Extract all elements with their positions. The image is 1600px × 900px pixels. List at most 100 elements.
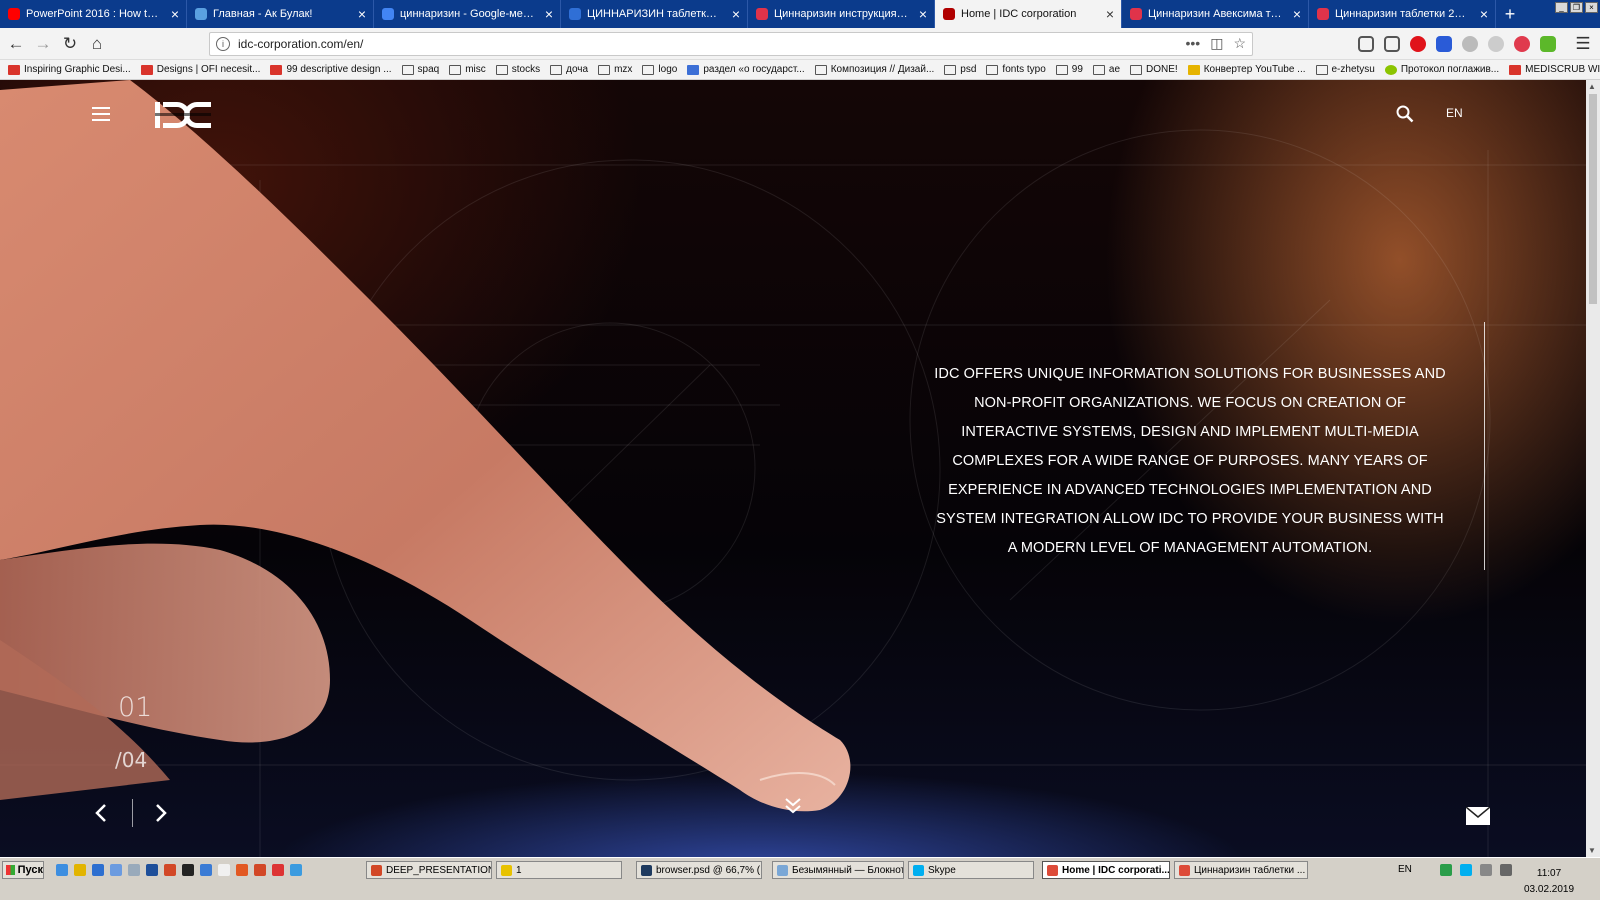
bookmark-item[interactable]: spaq	[401, 64, 439, 75]
taskbar-window-button[interactable]: Skype	[908, 861, 1034, 879]
quick-launch-icon[interactable]	[128, 864, 140, 876]
system-clock[interactable]: 11:07 03.02.2019	[1524, 866, 1574, 898]
tab-close-icon[interactable]: ×	[919, 7, 927, 21]
bookmark-item[interactable]: Протокол поглажив...	[1384, 64, 1499, 75]
forward-icon[interactable]: →	[32, 33, 54, 55]
browser-tab[interactable]: Циннаризин таблетки 25 мг, 50 ×	[1309, 0, 1496, 28]
download-extension-icon[interactable]	[1540, 36, 1556, 52]
back-icon[interactable]: ←	[5, 33, 27, 55]
bookmark-item[interactable]: logo	[642, 64, 677, 75]
hamburger-menu-icon[interactable]	[92, 107, 110, 121]
language-selector[interactable]: EN	[1446, 106, 1463, 120]
quick-launch-icon[interactable]	[254, 864, 266, 876]
quick-launch-icon[interactable]	[182, 864, 194, 876]
system-tray-icon[interactable]	[1460, 864, 1472, 876]
keyboard-language-indicator[interactable]: EN	[1398, 864, 1412, 875]
quick-launch-icon[interactable]	[290, 864, 302, 876]
bookmark-item[interactable]: misc	[449, 64, 486, 75]
menu-icon[interactable]: ☰	[1572, 33, 1594, 55]
taskbar-window-button[interactable]: Безымянный — Блокнот	[772, 861, 904, 879]
taskbar-window-button[interactable]: browser.psd @ 66,7% (...	[636, 861, 762, 879]
scroll-down-arrow-icon[interactable]: ▼	[1588, 846, 1596, 855]
bookmark-favicon-icon	[1187, 64, 1200, 75]
system-tray-icon[interactable]	[1500, 864, 1512, 876]
taskbar-window-button[interactable]: Циннаризин таблетки ...	[1174, 861, 1308, 879]
browser-tab[interactable]: Циннаризин инструкция по приме ×	[748, 0, 935, 28]
taskbar-window-button[interactable]: DEEP_PRESENTATION_...	[366, 861, 492, 879]
quick-launch-icon[interactable]	[200, 864, 212, 876]
extension-icon[interactable]	[1436, 36, 1452, 52]
taskbar-window-button[interactable]: 1	[496, 861, 622, 879]
sidebar-icon[interactable]	[1384, 36, 1400, 52]
bookmark-item[interactable]: Конвертер YouTube ...	[1187, 64, 1306, 75]
bookmark-item[interactable]: e-zhetysu	[1315, 64, 1375, 75]
bookmark-item[interactable]: доча	[550, 64, 588, 75]
bookmark-item[interactable]: ae	[1092, 64, 1120, 75]
tab-close-icon[interactable]: ×	[732, 7, 740, 21]
tab-close-icon[interactable]: ×	[171, 7, 179, 21]
quick-launch-icon[interactable]	[272, 864, 284, 876]
quick-launch-icon[interactable]	[146, 864, 158, 876]
quick-launch-icon[interactable]	[56, 864, 68, 876]
bookmark-item[interactable]: раздел «о государст...	[687, 64, 805, 75]
browser-tab[interactable]: Циннаризин Авексима таблетки ×	[1122, 0, 1309, 28]
bookmark-item[interactable]: stocks	[495, 64, 540, 75]
system-tray-icon[interactable]	[1480, 864, 1492, 876]
reload-icon[interactable]: ↻	[59, 33, 81, 55]
bookmark-item[interactable]: mzx	[598, 64, 632, 75]
bookmark-item[interactable]: Inspiring Graphic Desi...	[8, 64, 131, 75]
pocket-extension-icon[interactable]	[1514, 36, 1530, 52]
bookmark-item[interactable]: Композиция // Дизай...	[814, 64, 934, 75]
tab-close-icon[interactable]: ×	[545, 7, 553, 21]
restore-button[interactable]: ❐	[1570, 2, 1583, 13]
address-bar[interactable]: i idc-corporation.com/en/ ••• ◫ ☆	[209, 32, 1253, 56]
bookmark-item[interactable]: 99	[1055, 64, 1083, 75]
page-scrollbar[interactable]: ▲ ▼	[1586, 80, 1600, 857]
taskbar-window-button[interactable]: Home | IDC corporati...	[1042, 861, 1170, 879]
page-actions-icon[interactable]: •••	[1185, 35, 1200, 52]
quick-launch-icon[interactable]	[110, 864, 122, 876]
browser-tab[interactable]: циннаризин - Google-мен іздеу ×	[374, 0, 561, 28]
tab-active[interactable]: Home | IDC corporation ×	[935, 0, 1122, 28]
browser-tab[interactable]: ЦИННАРИЗИН таблетки - инструк ×	[561, 0, 748, 28]
quick-launch-icon[interactable]	[74, 864, 86, 876]
opera-extension-icon[interactable]	[1410, 36, 1426, 52]
scroll-down-icon[interactable]	[783, 796, 803, 816]
quick-launch-icon[interactable]	[218, 864, 230, 876]
bookmark-item[interactable]: 99 descriptive design ...	[270, 64, 392, 75]
close-window-button[interactable]: ×	[1585, 2, 1598, 13]
extension-icon[interactable]	[1462, 36, 1478, 52]
next-slide-icon[interactable]	[154, 802, 168, 824]
previous-slide-icon[interactable]	[94, 802, 108, 824]
tab-close-icon[interactable]: ×	[1293, 7, 1301, 21]
new-tab-button[interactable]: +	[1496, 0, 1524, 28]
idc-logo[interactable]	[155, 102, 211, 128]
start-button[interactable]: Пуск	[2, 861, 44, 879]
extension-icon[interactable]	[1488, 36, 1504, 52]
scroll-up-arrow-icon[interactable]: ▲	[1588, 82, 1596, 91]
bookmark-item[interactable]: fonts typo	[986, 64, 1046, 75]
tab-close-icon[interactable]: ×	[1106, 7, 1114, 21]
scrollbar-thumb[interactable]	[1589, 94, 1597, 304]
tab-close-icon[interactable]: ×	[1480, 7, 1488, 21]
search-icon[interactable]	[1396, 105, 1414, 123]
library-icon[interactable]	[1358, 36, 1374, 52]
quick-launch-icon[interactable]	[164, 864, 176, 876]
home-icon[interactable]: ⌂	[86, 33, 108, 55]
system-tray-icon[interactable]	[1440, 864, 1452, 876]
url-text[interactable]: idc-corporation.com/en/	[238, 37, 363, 51]
browser-tab[interactable]: Главная - Ак Булак! ×	[187, 0, 374, 28]
mail-icon[interactable]	[1466, 807, 1490, 825]
bookmark-item[interactable]: Designs | OFI necesit...	[140, 64, 260, 75]
tab-close-icon[interactable]: ×	[358, 7, 366, 21]
site-info-icon[interactable]: i	[216, 37, 230, 51]
bookmark-item[interactable]: MEDISCRUB WILBAR...	[1509, 64, 1600, 75]
bookmark-item[interactable]: DONE!	[1130, 64, 1178, 75]
bookmark-item[interactable]: psd	[944, 64, 976, 75]
bookmark-star-icon[interactable]: ☆	[1233, 35, 1246, 52]
quick-launch-icon[interactable]	[236, 864, 248, 876]
pocket-icon[interactable]: ◫	[1210, 35, 1223, 52]
quick-launch-icon[interactable]	[92, 864, 104, 876]
browser-tab[interactable]: PowerPoint 2016 : How to Add a Vi ×	[0, 0, 187, 28]
minimize-button[interactable]: _	[1555, 2, 1568, 13]
